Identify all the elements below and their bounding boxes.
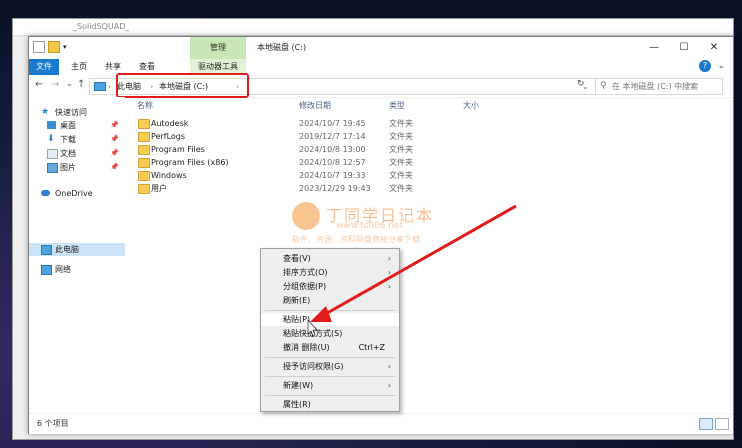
arrow-shaft [321,204,517,318]
arrow-head [310,306,332,322]
annotation-arrow [307,204,517,337]
mouse-cursor-icon [307,319,318,337]
